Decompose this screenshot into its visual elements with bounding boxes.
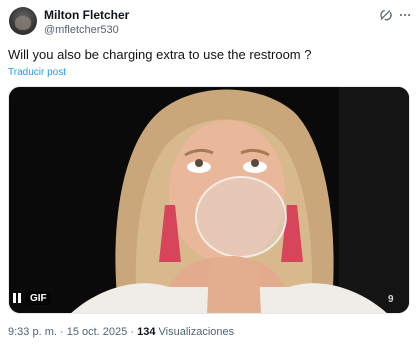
date[interactable]: 15 oct. 2025 bbox=[67, 326, 128, 338]
tweet-meta: 9:33 p. m. · 15 oct. 2025 · 134 Visualiz… bbox=[8, 326, 234, 338]
gif-media[interactable] bbox=[8, 86, 410, 314]
timestamp[interactable]: 9:33 p. m. bbox=[8, 326, 57, 338]
pause-icon[interactable] bbox=[12, 292, 22, 304]
gif-badge: GIF bbox=[26, 292, 51, 305]
avatar[interactable] bbox=[9, 7, 37, 35]
more-icon[interactable] bbox=[398, 8, 412, 22]
channel-logo: 9 bbox=[388, 294, 394, 305]
author-handle[interactable]: @mfletcher530 bbox=[44, 24, 119, 36]
tweet-text: Will you also be charging extra to use t… bbox=[8, 47, 312, 62]
views-count: 134 bbox=[137, 326, 156, 338]
gif-frame bbox=[9, 87, 409, 313]
meta-separator: · bbox=[130, 326, 135, 338]
tweet-card: Milton Fletcher @mfletcher530 Will you a… bbox=[0, 0, 420, 347]
meta-separator: · bbox=[59, 326, 64, 338]
views-label: Visualizaciones bbox=[158, 326, 235, 338]
grok-icon[interactable] bbox=[379, 8, 393, 22]
translate-link[interactable]: Traducir post bbox=[8, 67, 66, 78]
author-name[interactable]: Milton Fletcher bbox=[44, 8, 129, 22]
